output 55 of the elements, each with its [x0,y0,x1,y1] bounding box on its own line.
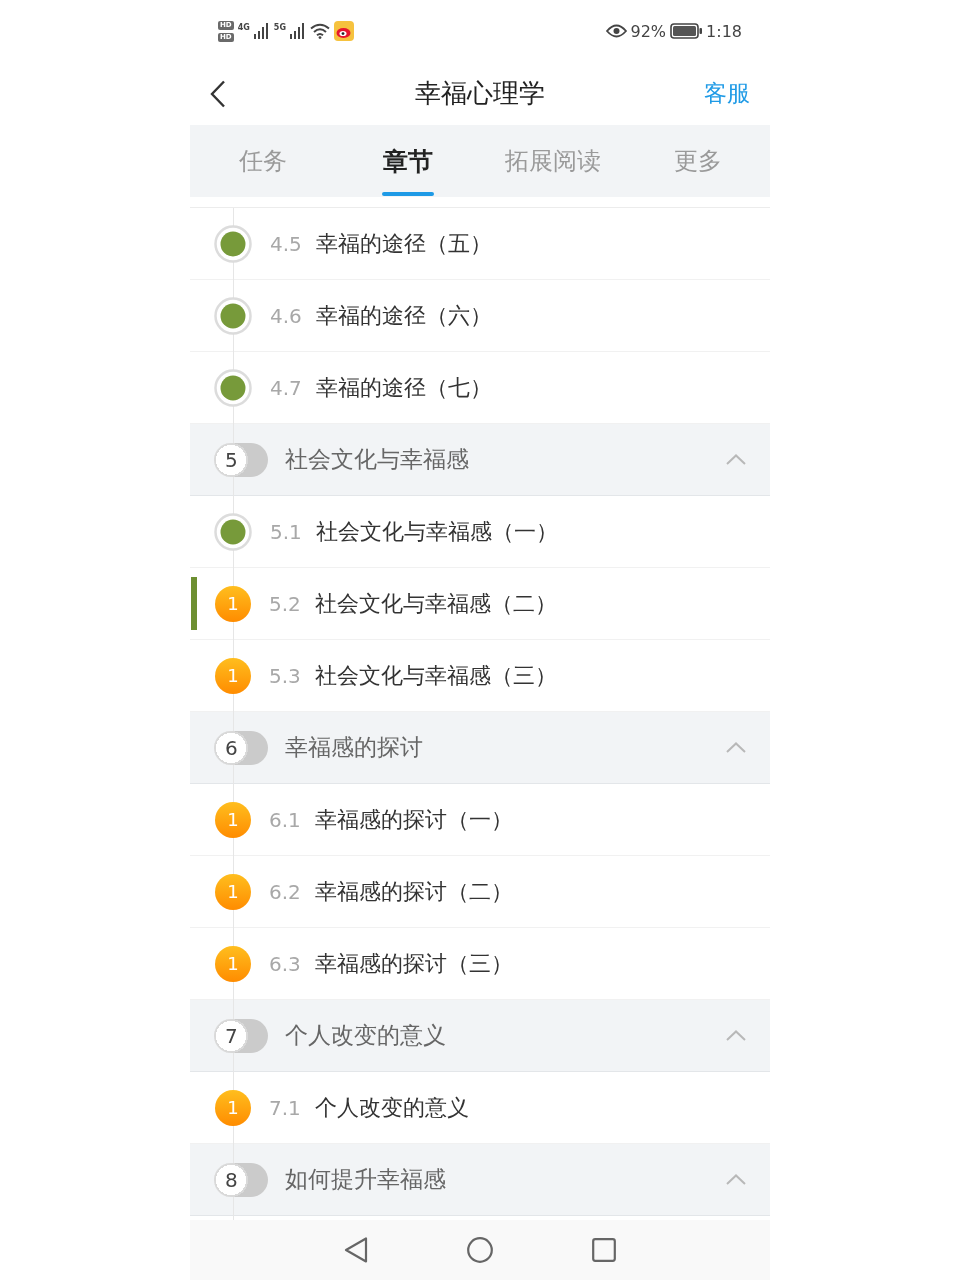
section-title: 幸福感的探讨 [285,733,424,762]
battery-icon [670,23,703,39]
triangle-back-icon [344,1237,368,1263]
section-title: 个人改变的意义 [285,1021,447,1050]
section-number-badge: 8 [214,1162,268,1197]
back-button[interactable] [210,79,226,108]
count-badge: 1 [215,945,251,982]
lesson-number: 7.1 [269,1095,301,1120]
lesson-number: 4.7 [270,375,302,400]
lesson-number: 4.6 [270,303,302,328]
count-badge: 1 [215,801,251,838]
lesson-title: 幸福感的探讨（一） [314,805,513,834]
lesson-title: 个人改变的意义 [314,1093,469,1122]
eye-icon [605,24,627,38]
page-title: 幸福心理学 [414,77,546,110]
network-label: 4G [237,22,250,33]
lesson-title: 幸福的途径（五） [315,229,492,258]
chevron-left-icon [210,79,226,108]
lesson-number: 5.1 [270,519,302,544]
lesson-title: 社会文化与幸福感（二） [314,589,557,618]
lesson-title: 社会文化与幸福感（一） [315,517,558,546]
wifi-icon [309,23,330,39]
lesson-number: 5.2 [269,591,301,616]
section-header[interactable]: 7 个人改变的意义 [190,1000,770,1072]
count-badge: 1 [215,657,251,694]
circle-home-icon [467,1237,493,1263]
section-header[interactable]: 5 社会文化与幸福感 [190,424,770,496]
lesson-title: 社会文化与幸福感（三） [314,661,557,690]
section-number-badge: 6 [214,730,268,765]
count-badge: 1 [215,873,251,910]
lesson-title: 幸福的途径（七） [315,373,492,402]
lesson-number: 6.3 [269,951,301,976]
lesson-number: 6.1 [269,807,301,832]
lesson-title: 幸福感的探讨（二） [314,877,513,906]
section-header[interactable]: 8 如何提升幸福感 [190,1144,770,1216]
lesson-number: 5.3 [269,663,301,688]
signal-icon [289,23,306,39]
count-badge: 1 [215,1089,251,1126]
count-badge: 1 [215,585,251,622]
section-title: 社会文化与幸福感 [285,445,470,474]
section-title: 如何提升幸福感 [285,1165,447,1194]
square-recents-icon [592,1238,616,1262]
section-number-badge: 5 [214,442,268,477]
lesson-title: 幸福的途径（六） [315,301,492,330]
lesson-number: 6.2 [269,879,301,904]
tab[interactable]: 章节 [335,125,480,197]
section-number-badge: 7 [214,1018,268,1053]
lesson-title: 幸福感的探讨（三） [314,949,513,978]
clock-time: 1:18 [706,21,742,41]
signal-icon [253,23,270,39]
app-icon [333,21,354,41]
lesson-number: 4.5 [270,231,302,256]
section-header[interactable]: 6 幸福感的探讨 [190,712,770,784]
battery-percent: 92% [630,21,667,41]
network-label: 5G [273,22,286,33]
